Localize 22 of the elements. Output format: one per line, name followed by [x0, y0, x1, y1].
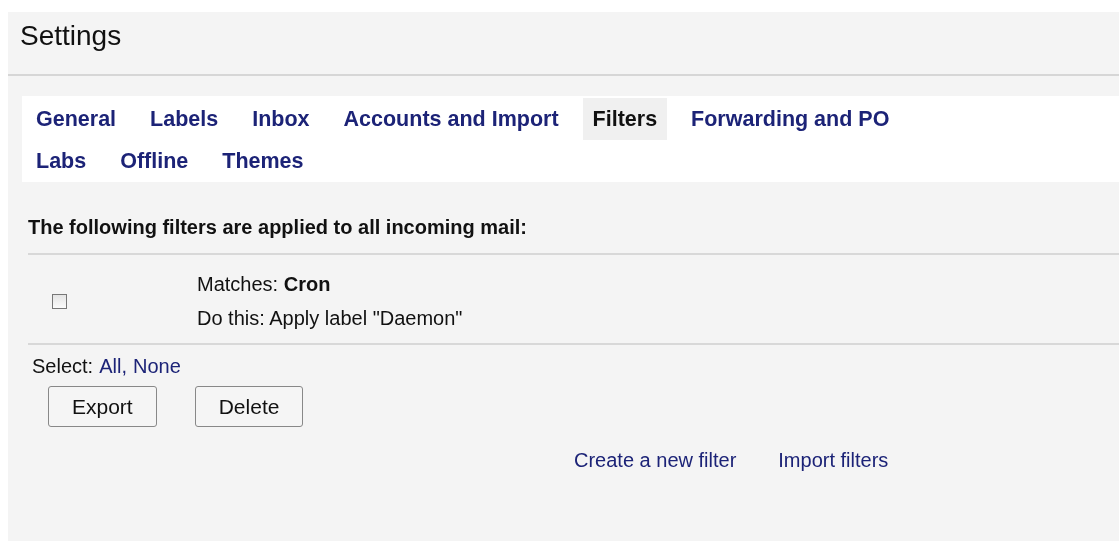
page-title: Settings	[8, 12, 1119, 76]
settings-tab[interactable]: Labels	[140, 98, 229, 140]
settings-tab[interactable]: Forwarding and PO	[681, 98, 900, 140]
settings-tab[interactable]: Labs	[26, 140, 97, 182]
action-button[interactable]: Delete	[194, 386, 304, 427]
select-label: Select:	[32, 355, 94, 378]
settings-tab[interactable]: Offline	[110, 140, 199, 182]
match-label: Matches:	[197, 273, 279, 295]
filters-heading: The following filters are applied to all incoming mail:	[28, 182, 1119, 255]
select-link[interactable]: None	[132, 355, 181, 378]
filter-link[interactable]: Import filters	[778, 449, 889, 472]
settings-tab[interactable]: Filters	[582, 98, 668, 140]
settings-tab[interactable]: Accounts and Import	[333, 98, 569, 140]
filter-checkbox[interactable]	[52, 293, 67, 309]
match-value: Cron	[283, 273, 331, 295]
select-link[interactable]: All,	[99, 355, 127, 378]
settings-tab[interactable]: General	[26, 98, 127, 140]
settings-tab[interactable]: Inbox	[242, 98, 320, 140]
filter-link[interactable]: Create a new filter	[574, 449, 737, 472]
filter-action: Do this: Apply label "Daemon"	[197, 306, 463, 331]
settings-tab[interactable]: Themes	[212, 140, 314, 182]
action-button[interactable]: Export	[48, 386, 157, 427]
